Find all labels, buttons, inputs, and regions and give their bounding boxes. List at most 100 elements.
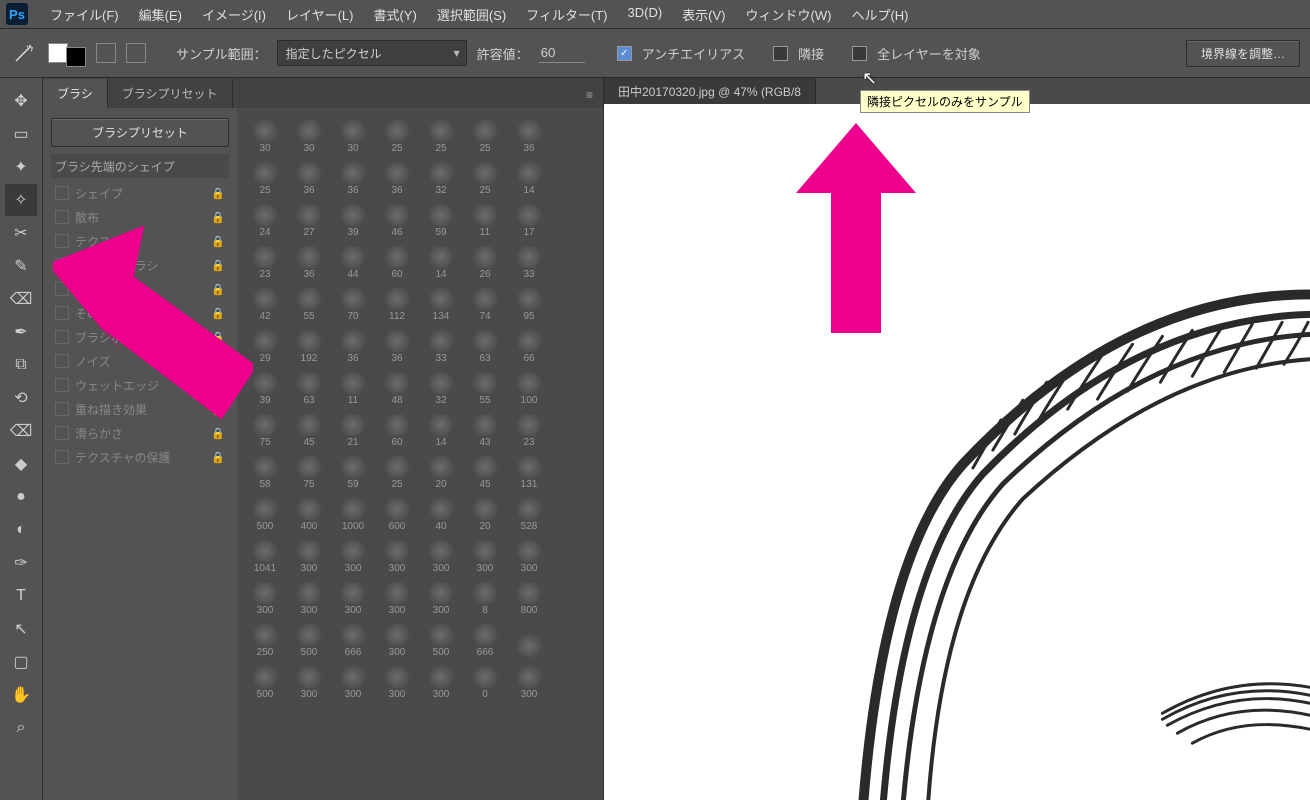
brush-thumbnail[interactable]: 36	[331, 156, 375, 198]
brush-thumbnail[interactable]: 300	[331, 576, 375, 618]
tolerance-input[interactable]	[539, 43, 585, 63]
brush-thumbnail[interactable]: 14	[419, 408, 463, 450]
menu-item[interactable]: ファイル(F)	[40, 1, 129, 28]
brush-thumbnail[interactable]: 400	[287, 492, 331, 534]
menu-item[interactable]: 編集(E)	[129, 1, 192, 28]
brush-thumbnail[interactable]: 300	[507, 660, 551, 702]
menu-item[interactable]: ヘルプ(H)	[841, 1, 918, 28]
brush-thumbnail[interactable]: 600	[375, 492, 419, 534]
history-brush-tool[interactable]: ⟲	[5, 382, 37, 414]
brush-thumbnail[interactable]: 70	[331, 282, 375, 324]
brush-thumbnail[interactable]: 8	[463, 576, 507, 618]
brush-thumbnail[interactable]: 46	[375, 198, 419, 240]
brush-thumbnail[interactable]: 26	[463, 240, 507, 282]
brush-thumbnail[interactable]: 36	[287, 240, 331, 282]
brush-thumbnail[interactable]: 300	[507, 534, 551, 576]
brush-thumbnail[interactable]: 14	[507, 156, 551, 198]
hand-tool[interactable]: ✋	[5, 679, 37, 711]
tab-brush[interactable]: ブラシ	[43, 79, 108, 108]
brush-thumbnail[interactable]: 23	[507, 408, 551, 450]
brush-thumbnail[interactable]: 36	[375, 324, 419, 366]
brush-thumbnail[interactable]: 32	[419, 366, 463, 408]
brush-thumbnail[interactable]: 36	[331, 324, 375, 366]
brush-thumbnail[interactable]: 20	[419, 450, 463, 492]
brush-thumbnail[interactable]: 45	[287, 408, 331, 450]
gradient-tool[interactable]: ◆	[5, 448, 37, 480]
lasso-tool[interactable]: ✦	[5, 151, 37, 183]
brush-thumbnail[interactable]: 300	[419, 576, 463, 618]
move-tool[interactable]: ✥	[5, 85, 37, 117]
brush-thumbnail[interactable]: 131	[507, 450, 551, 492]
brush-thumbnail[interactable]: 300	[331, 660, 375, 702]
refine-button[interactable]: 境界線を調整…	[1186, 40, 1300, 67]
spot-heal-tool[interactable]: ⌫	[5, 283, 37, 315]
mode-icon-2[interactable]	[126, 43, 146, 63]
brush-thumbnail[interactable]: 0	[463, 660, 507, 702]
brush-thumbnail[interactable]: 300	[375, 534, 419, 576]
zoom-tool[interactable]: ⌕	[5, 712, 37, 744]
panel-menu-icon[interactable]: ≡	[576, 82, 603, 108]
brush-thumbnail[interactable]: 25	[463, 156, 507, 198]
brush-thumbnail[interactable]: 20	[463, 492, 507, 534]
brush-thumbnail[interactable]: 300	[331, 534, 375, 576]
brush-thumbnail[interactable]: 60	[375, 408, 419, 450]
pen-tool[interactable]: ✑	[5, 547, 37, 579]
brush-thumbnail[interactable]: 95	[507, 282, 551, 324]
brush-thumbnail[interactable]: 300	[375, 618, 419, 660]
brush-thumbnail[interactable]: 33	[507, 240, 551, 282]
brush-thumbnail[interactable]: 1000	[331, 492, 375, 534]
brush-thumbnail[interactable]: 300	[419, 534, 463, 576]
brush-thumbnail[interactable]: 11	[463, 198, 507, 240]
menu-item[interactable]: 書式(Y)	[363, 1, 426, 28]
brush-thumbnail[interactable]: 17	[507, 198, 551, 240]
brush-thumbnail[interactable]: 58	[243, 450, 287, 492]
brush-thumbnail[interactable]: 25	[419, 114, 463, 156]
brush-thumbnail[interactable]: 300	[287, 576, 331, 618]
brush-thumbnail[interactable]: 666	[463, 618, 507, 660]
brush-tip-shape[interactable]: ブラシ先端のシェイプ	[51, 154, 229, 178]
brush-tool[interactable]: ✒	[5, 316, 37, 348]
brush-thumbnail[interactable]: 55	[463, 366, 507, 408]
mode-icon[interactable]	[96, 43, 116, 63]
brush-thumbnail[interactable]: 48	[375, 366, 419, 408]
brush-thumbnail[interactable]: 500	[287, 618, 331, 660]
brush-thumbnail[interactable]: 25	[375, 114, 419, 156]
menu-item[interactable]: レイヤー(L)	[276, 1, 364, 28]
magic-wand-tool[interactable]: ✧	[5, 184, 37, 216]
brush-thumbnail[interactable]: 55	[287, 282, 331, 324]
brush-thumbnail[interactable]: 59	[331, 450, 375, 492]
brush-option-row[interactable]: テクスチャの保護🔒	[51, 445, 229, 469]
brush-thumbnail[interactable]: 300	[375, 660, 419, 702]
brush-thumbnail[interactable]: 59	[419, 198, 463, 240]
brush-thumbnail[interactable]: 66	[507, 324, 551, 366]
brush-thumbnail[interactable]: 63	[287, 366, 331, 408]
brush-thumbnail[interactable]: 800	[507, 576, 551, 618]
all-layers-checkbox[interactable]	[852, 46, 867, 61]
brush-thumbnail[interactable]: 100	[507, 366, 551, 408]
rectangle-tool[interactable]: ▢	[5, 646, 37, 678]
brush-thumbnail[interactable]: 25	[243, 156, 287, 198]
brush-thumbnail[interactable]: 1041	[243, 534, 287, 576]
document-tab[interactable]: 田中20170320.jpg @ 47% (RGB/8	[604, 78, 816, 104]
menu-item[interactable]: フィルター(T)	[516, 1, 617, 28]
brush-thumbnail[interactable]: 63	[463, 324, 507, 366]
dodge-tool[interactable]: ◐	[5, 514, 37, 546]
menu-item[interactable]: 表示(V)	[672, 1, 735, 28]
brush-thumbnail[interactable]: 25	[375, 450, 419, 492]
brush-thumbnail[interactable]: 528	[507, 492, 551, 534]
type-tool[interactable]: T	[5, 580, 37, 612]
brush-thumbnail[interactable]: 45	[463, 450, 507, 492]
antialias-checkbox[interactable]	[617, 46, 632, 61]
crop-tool[interactable]: ✂	[5, 217, 37, 249]
contiguous-checkbox[interactable]	[773, 46, 788, 61]
brush-thumbnail[interactable]: 36	[507, 114, 551, 156]
menu-item[interactable]: 選択範囲(S)	[427, 1, 516, 28]
brush-thumbnail[interactable]: 43	[463, 408, 507, 450]
brush-thumbnail[interactable]: 500	[243, 492, 287, 534]
brush-thumbnail[interactable]: 250	[243, 618, 287, 660]
tab-brush-presets[interactable]: ブラシプリセット	[108, 79, 233, 108]
menu-item[interactable]: ウィンドウ(W)	[736, 1, 842, 28]
brush-option-row[interactable]: シェイプ🔒	[51, 181, 229, 205]
brush-thumbnail[interactable]: 21	[331, 408, 375, 450]
brush-grid[interactable]: 3030302525253625363636322514242739465911…	[237, 108, 603, 800]
